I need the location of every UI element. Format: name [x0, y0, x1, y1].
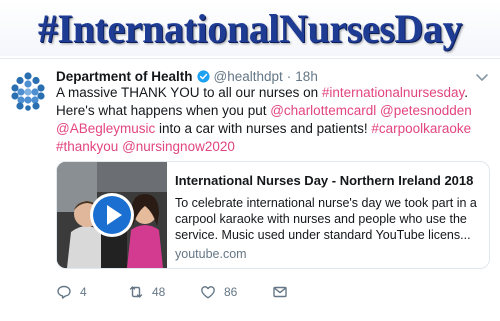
tweet-text-part: A massive THANK YOU to all our nurses on: [56, 85, 322, 100]
retweet-icon: [129, 286, 143, 298]
card-domain: youtube.com: [175, 247, 247, 261]
reply-icon: [57, 285, 71, 299]
message-icon: [273, 286, 287, 298]
mention-link-petesnodden[interactable]: @petesnodden: [380, 103, 472, 118]
like-icon: [201, 286, 215, 299]
hashtag-link-carpoolkaraoke[interactable]: #carpoolkaraoke: [371, 121, 471, 136]
reply-count: 4: [80, 285, 87, 299]
tweet-header: Department of Health @healthdpt · 18h: [56, 67, 318, 85]
hashtag-link-thankyou[interactable]: #thankyou: [56, 139, 118, 154]
reply-button[interactable]: 4: [56, 284, 128, 300]
tweet-actions: 4 48 86: [56, 283, 344, 301]
card-description: To celebrate international nurse's day w…: [175, 196, 477, 242]
chevron-down-icon[interactable]: [474, 69, 490, 85]
like-button[interactable]: 86: [200, 284, 272, 300]
link-preview-card[interactable]: International Nurses Day - Northern Irel…: [56, 161, 490, 269]
retweet-count: 48: [152, 285, 166, 299]
page-headline: #InternationalNursesDay: [0, 0, 500, 56]
mention-link-abegleymusic[interactable]: @ABegleymusic: [56, 121, 155, 136]
tweet[interactable]: Department of Health @healthdpt · 18h A …: [0, 58, 500, 321]
hashtag-link-internationalnursesday[interactable]: #internationalnursesday: [322, 85, 464, 100]
retweet-button[interactable]: 48: [128, 284, 200, 300]
tweet-text: A massive THANK YOU to all our nurses on…: [56, 84, 486, 156]
avatar-logo-icon[interactable]: [8, 71, 48, 111]
mention-link-nursingnow2020[interactable]: @nursingnow2020: [122, 139, 235, 154]
play-icon[interactable]: [88, 191, 136, 239]
timestamp[interactable]: 18h: [295, 69, 318, 84]
card-title[interactable]: International Nurses Day - Northern Irel…: [175, 172, 479, 189]
like-count: 86: [224, 285, 238, 299]
video-thumbnail[interactable]: [57, 162, 167, 268]
separator-dot: ·: [286, 68, 292, 84]
message-button[interactable]: [272, 284, 344, 300]
handle[interactable]: @healthdpt: [214, 69, 283, 84]
tweet-text-part: into a car with nurses and patients!: [155, 121, 372, 136]
verified-badge-icon: [196, 69, 210, 83]
display-name[interactable]: Department of Health: [56, 69, 193, 84]
card-body[interactable]: International Nurses Day - Northern Irel…: [175, 172, 479, 261]
mention-link-charlottemcardl[interactable]: @charlottemcardl: [270, 103, 376, 118]
